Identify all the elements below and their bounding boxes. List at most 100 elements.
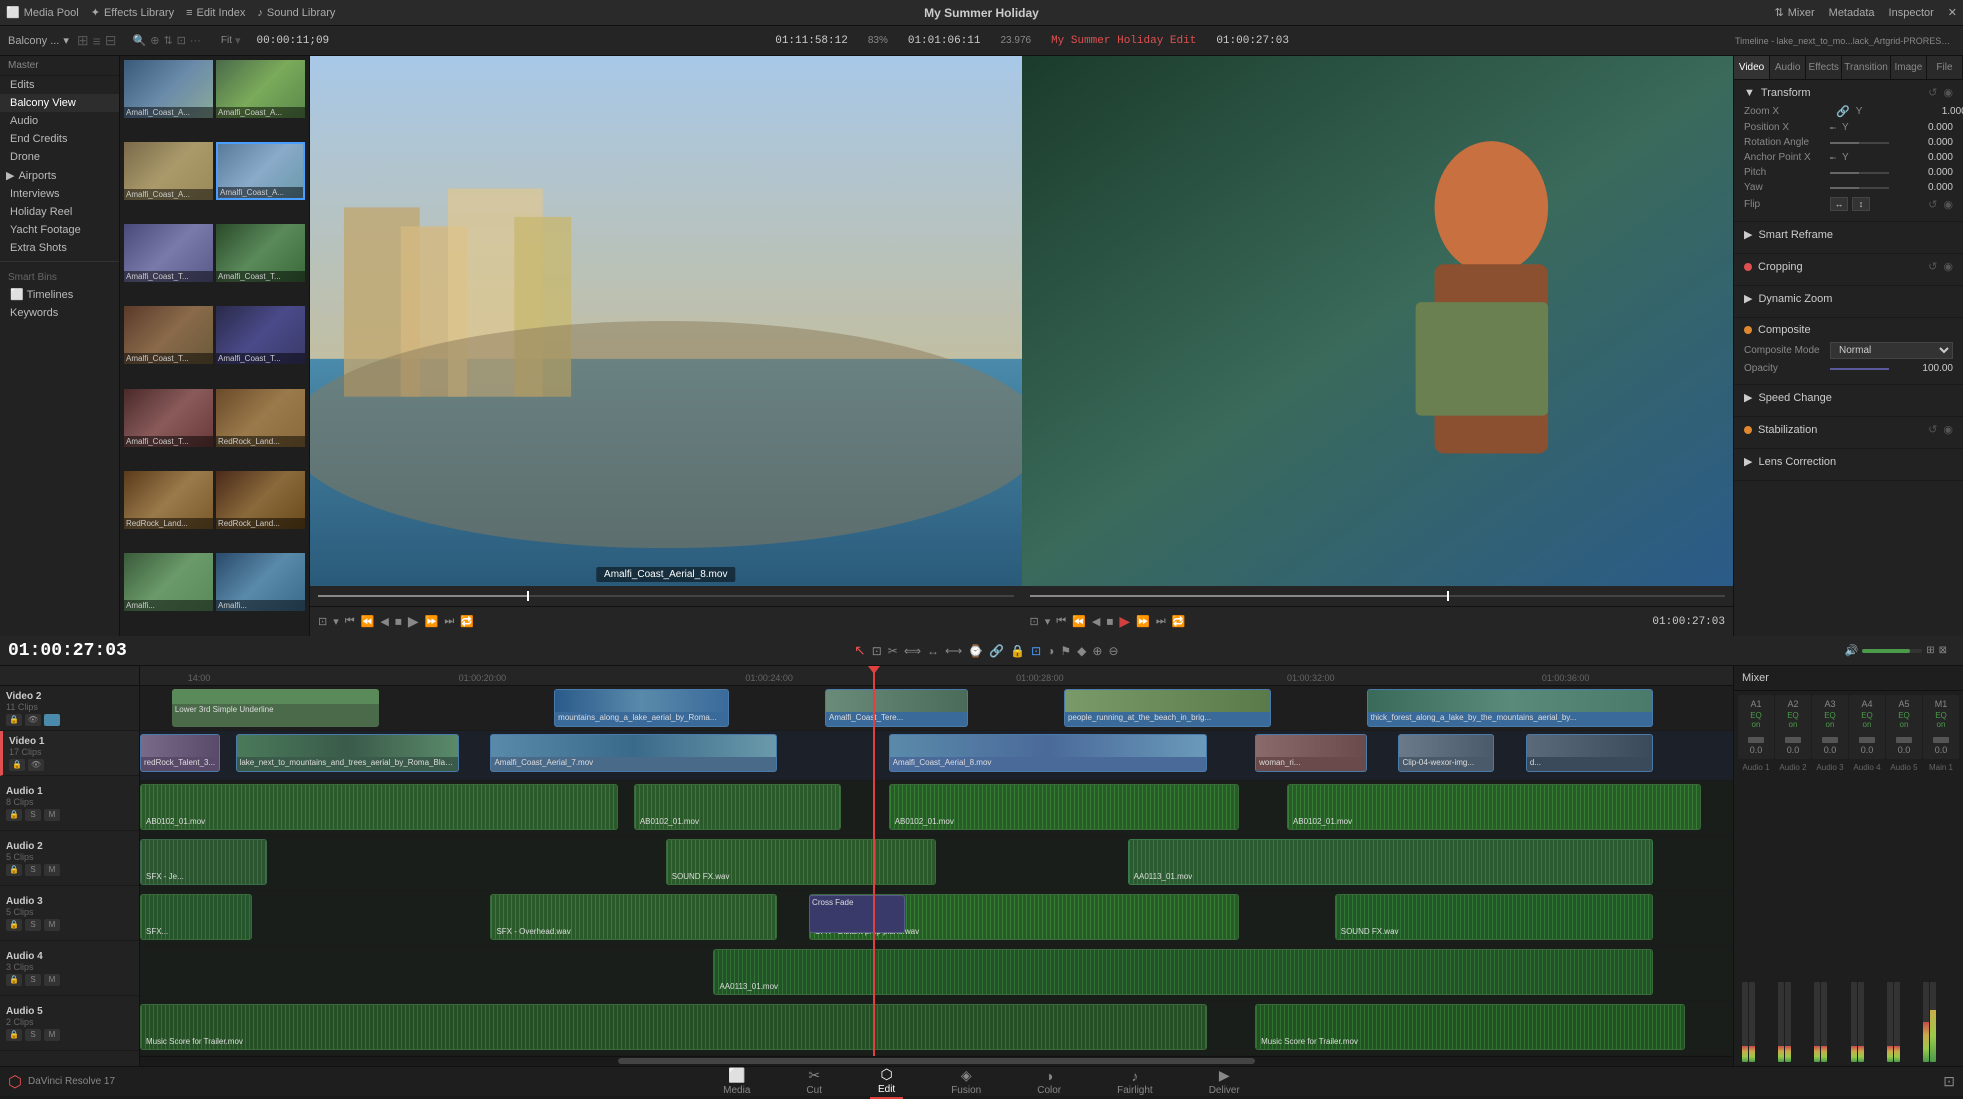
sidebar-edits[interactable]: Edits [0,76,119,94]
volume-icon[interactable]: 🔊 [1845,644,1859,657]
tl-stop[interactable]: ⏹ [1106,613,1113,630]
sidebar-end-credits[interactable]: End Credits [0,130,119,148]
snap-button[interactable]: ⊡ [1031,644,1041,658]
clip-v1-4[interactable]: Amalfi_Coast_Aerial_8.mov [889,734,1208,772]
v1-lock[interactable]: 🔒 [9,759,25,771]
bottom-tab-cut[interactable]: ✂ Cut [798,1065,830,1098]
bottom-tab-color[interactable]: ◑ Color [1029,1066,1069,1098]
inspector-tab-audio[interactable]: Audio [1770,56,1806,79]
sidebar-yacht-footage[interactable]: Yacht Footage [0,221,119,239]
speed-tool[interactable]: ⌚ [968,644,983,658]
color-mode-button[interactable]: ◑ [1047,644,1054,658]
reset-icon[interactable]: ↺ [1928,86,1937,99]
media-thumb-item[interactable]: Amalfi... [124,553,213,632]
a3-m[interactable]: M [44,919,60,931]
clip-name-dropdown[interactable]: Balcony ... ▾ [8,34,69,47]
inspector-tab-file[interactable]: File [1927,56,1963,79]
media-thumb-item[interactable]: Amalfi_Coast_A... [124,60,213,139]
stabilization-title[interactable]: Stabilization ↺ ◉ [1744,423,1953,436]
rotation-slider[interactable] [1830,142,1889,144]
anchor-x-slider[interactable] [1830,157,1836,159]
inspector-tab[interactable]: Inspector [1889,7,1934,19]
a5-m[interactable]: M [44,1029,60,1041]
media-thumb-item[interactable]: Amalfi... [216,553,305,632]
v2-lock[interactable]: 🔒 [6,714,22,726]
a4-s[interactable]: S [25,974,41,986]
flip-v-button[interactable]: ↕ [1852,197,1870,211]
a4-m[interactable]: M [44,974,60,986]
select-tool[interactable]: ↖ [854,642,866,659]
stab-hide[interactable]: ◉ [1943,423,1953,436]
source-loop[interactable]: 🔁 [460,615,474,628]
media-thumb-item[interactable]: Amalfi_Coast_T... [216,224,305,303]
cropping-title[interactable]: Cropping ↺ ◉ [1744,260,1953,273]
slide-tool[interactable]: ⟷ [945,644,962,658]
clip-v1-5[interactable]: woman_ri... [1255,734,1367,772]
clip-v1-3[interactable]: Amalfi_Coast_Aerial_7.mov [490,734,777,772]
clip-a3-crossfade[interactable]: Cross Fade [809,895,905,933]
fullscreen-button[interactable]: ⊡ [1943,1073,1955,1090]
inspector-tab-transition[interactable]: Transition [1842,56,1891,79]
clip-a5-2[interactable]: Music Score for Trailer.mov [1255,1004,1685,1050]
tl-skip-end[interactable]: ⏭ [1156,615,1166,628]
a1-m[interactable]: M [44,809,60,821]
zoom-icon[interactable]: ⊕ [150,34,159,47]
sort-icon[interactable]: ⇅ [163,34,172,47]
a5-s[interactable]: S [25,1029,41,1041]
inspector-tab-effects[interactable]: Effects [1806,56,1842,79]
a1-s[interactable]: S [25,809,41,821]
source-progress-bar[interactable] [310,586,1022,606]
clip-a1-1[interactable]: AB0102_01.mov [140,784,618,830]
search-icon[interactable]: 🔍 [133,34,147,47]
clip-a3-1[interactable]: SFX... [140,894,252,940]
clip-v2-5[interactable]: thick_forest_along_a_lake_by_the_mountai… [1367,689,1654,727]
metadata-tab[interactable]: Metadata [1829,7,1875,19]
bottom-tab-deliver[interactable]: ▶ Deliver [1201,1065,1248,1098]
zoom-in-button[interactable]: ⊕ [1092,644,1102,658]
cropping-reset[interactable]: ↺ [1928,260,1937,273]
filter-icon[interactable]: ⊡ [177,34,186,47]
clip-a2-1[interactable]: SFX - Je... [140,839,267,885]
stab-reset[interactable]: ↺ [1928,423,1937,436]
yaw-slider[interactable] [1830,187,1889,189]
sidebar-holiday-reel[interactable]: Holiday Reel [0,203,119,221]
a2-lock[interactable]: 🔒 [6,864,22,876]
timeline-scrollbar-thumb[interactable] [618,1058,1255,1064]
sidebar-keywords[interactable]: Keywords [0,304,119,322]
clip-a2-3[interactable]: SOUND FX.wav [666,839,937,885]
source-step-back[interactable]: ⏪ [361,615,375,628]
clip-v1-7[interactable]: d... [1526,734,1653,772]
sidebar-audio[interactable]: Audio [0,112,119,130]
sidebar-drone[interactable]: Drone [0,148,119,166]
pitch-slider[interactable] [1830,172,1889,174]
sidebar-balcony-view[interactable]: Balcony View [0,94,119,112]
view-icon-grid[interactable]: ⊞ [77,32,89,49]
sound-library-tab[interactable]: ♪ Sound Library [257,7,335,19]
a5-lock[interactable]: 🔒 [6,1029,22,1041]
tl-step-back[interactable]: ⏪ [1072,615,1086,628]
clip-a1-3[interactable]: AB0102_01.mov [889,784,1239,830]
timeline-scrollbar[interactable] [140,1056,1733,1064]
source-play-back[interactable]: ◀ [380,615,388,628]
tl-play-back[interactable]: ◀ [1092,615,1100,628]
a2-s[interactable]: S [25,864,41,876]
bottom-tab-fairlight[interactable]: ♪ Fairlight [1109,1066,1161,1098]
media-thumb-item[interactable]: RedRock_Land... [216,471,305,550]
source-skip-start[interactable]: ⏮ [345,615,355,628]
lock-button[interactable]: 🔒 [1010,644,1025,658]
view-icon-meta[interactable]: ⊟ [105,32,117,49]
clip-a4-1[interactable]: AA0113_01.mov [713,949,1653,995]
a2-m[interactable]: M [44,864,60,876]
v1-eye[interactable]: 👁 [28,759,44,771]
sidebar-airports-group[interactable]: ▶ Airports [0,166,119,185]
clip-v1-6[interactable]: Clip-04-wexor-img... [1398,734,1494,772]
media-thumb-item[interactable]: Amalfi_Coast_T... [124,306,213,385]
source-skip-end[interactable]: ⏭ [444,615,454,628]
tl-play[interactable]: ▶ [1119,613,1130,630]
media-thumb-item[interactable]: Amalfi_Coast_A... [216,142,305,221]
meters-button[interactable]: ⊠ [1939,645,1947,656]
source-play[interactable]: ▶ [408,613,419,630]
inspector-tab-video[interactable]: Video [1734,56,1770,79]
bottom-tab-fusion[interactable]: ◈ Fusion [943,1065,989,1098]
clip-v1-2[interactable]: lake_next_to_mountains_and_trees_aerial_… [236,734,459,772]
